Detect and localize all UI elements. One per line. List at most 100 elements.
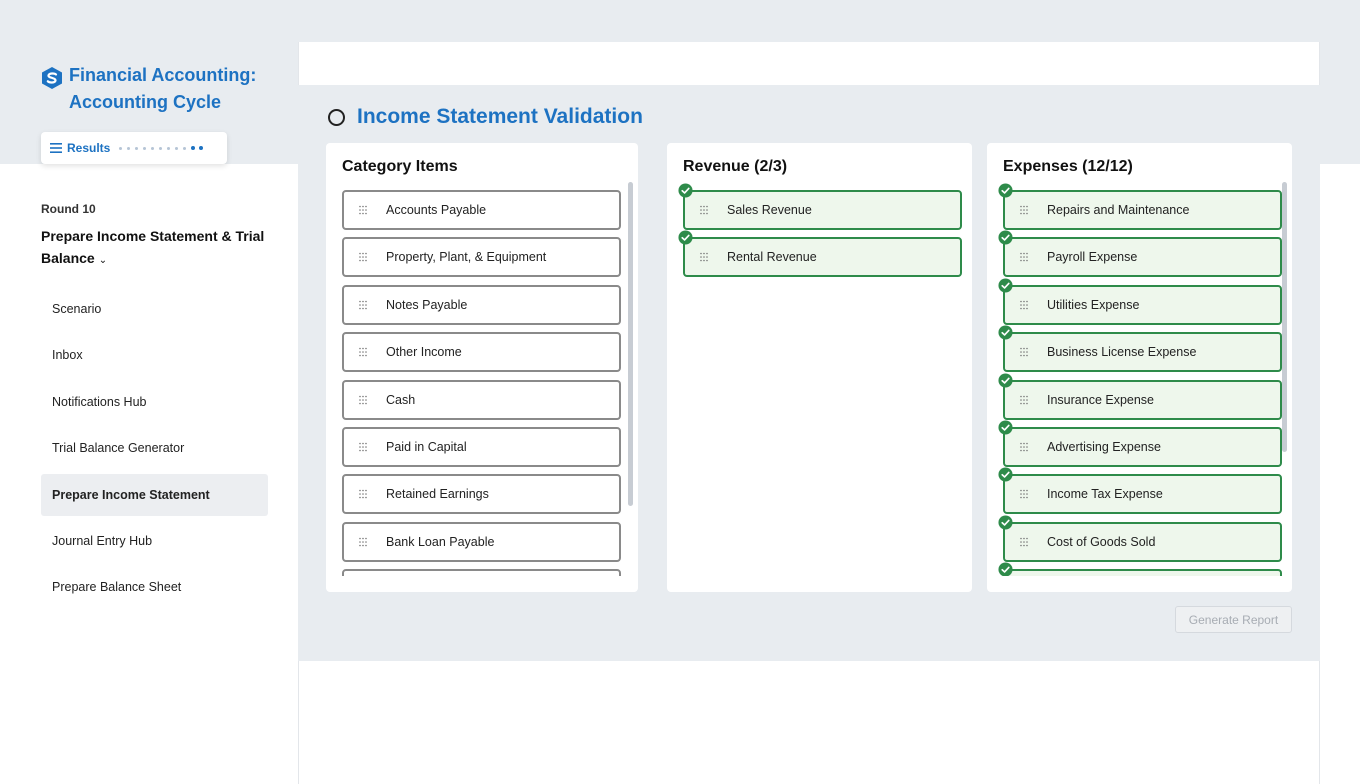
progress-dot-active — [191, 146, 196, 150]
check-icon — [998, 325, 1013, 340]
app-title-line1: Financial Accounting: — [69, 65, 257, 85]
check-icon — [998, 230, 1013, 245]
sidebar-item-label: Scenario — [52, 302, 102, 316]
drag-handle-icon[interactable] — [359, 442, 367, 452]
sidebar-item-label: Inbox — [52, 348, 83, 363]
draggable-item[interactable]: Notes Payable — [342, 284, 621, 325]
sidebar-nav: Scenario Inbox Notifications Hub Trial B… — [41, 288, 268, 613]
draggable-item[interactable]: Other Income — [342, 332, 621, 373]
draggable-item[interactable]: Business License Expense — [998, 325, 1282, 373]
item-label: Bank Loan Payable — [386, 534, 495, 549]
draggable-item[interactable]: Cost of Goods Sold — [998, 515, 1282, 562]
scrollbar[interactable] — [1282, 182, 1287, 452]
draggable-item[interactable]: Payroll Expense — [998, 230, 1282, 278]
drag-handle-icon[interactable] — [359, 489, 367, 499]
round-selector[interactable]: Prepare Income Statement & Trial Balance… — [41, 225, 281, 272]
draggable-item[interactable]: Property, Plant, & Equipment — [342, 237, 621, 278]
column-title: Expenses (12/12) — [1003, 158, 1133, 175]
sidebar-item-scenario[interactable]: Scenario — [41, 288, 268, 330]
drag-handle-icon[interactable] — [359, 537, 367, 547]
draggable-item[interactable]: Utilities Expense — [998, 278, 1282, 325]
sidebar: Financial Accounting: Accounting Cycle R… — [0, 0, 298, 784]
sidebar-item-label: Prepare Income Statement — [52, 487, 210, 502]
draggable-item[interactable]: Income Tax Expense — [998, 467, 1282, 515]
drag-handle-icon[interactable] — [1020, 395, 1028, 405]
app-title-line2: Accounting Cycle — [69, 92, 222, 112]
check-icon — [998, 467, 1013, 482]
drag-handle-icon[interactable] — [1020, 489, 1028, 499]
item-label: Other Income — [386, 345, 462, 360]
drag-handle-icon[interactable] — [359, 252, 367, 262]
check-icon — [998, 183, 1013, 198]
drag-handle-icon[interactable] — [359, 347, 367, 357]
drag-handle-icon[interactable] — [1020, 205, 1028, 215]
chevron-down-icon: ⌄ — [98, 255, 108, 266]
progress-dots — [119, 146, 207, 150]
sidebar-item-label: Trial Balance Generator — [52, 441, 185, 456]
drag-handle-icon[interactable] — [700, 205, 708, 215]
workspace-title: Income Statement Validation — [357, 105, 643, 128]
results-label: Results — [67, 141, 111, 155]
draggable-item[interactable]: Paid in Capital — [342, 426, 621, 467]
drag-handle-icon[interactable] — [359, 300, 367, 310]
progress-dot — [183, 146, 187, 150]
app-title: Financial Accounting: Accounting Cycle — [69, 62, 256, 116]
sidebar-item-label: Prepare Balance Sheet — [52, 580, 182, 595]
draggable-item[interactable]: Advertising Expense — [998, 420, 1282, 467]
draggable-item[interactable]: Rental Revenue — [678, 230, 962, 278]
round-title: Prepare Income Statement & Trial Balance — [41, 228, 265, 266]
column-title: Category Items — [342, 158, 458, 175]
item-label: Insurance Expense — [1047, 392, 1155, 407]
draggable-item[interactable]: Accounts Payable — [342, 190, 621, 230]
drag-handle-icon[interactable] — [700, 252, 708, 262]
sidebar-item-notifications-hub[interactable]: Notifications Hub — [41, 381, 268, 423]
item-label: Payroll Expense — [1047, 250, 1138, 265]
item-label: Repairs and Maintenance — [1047, 203, 1190, 217]
draggable-item[interactable]: Sales Revenue — [678, 183, 962, 230]
progress-dot — [135, 146, 139, 150]
generate-report-button[interactable]: Generate Report — [1175, 606, 1292, 633]
sidebar-item-trial-balance-generator[interactable]: Trial Balance Generator — [41, 427, 268, 469]
progress-dot — [127, 146, 131, 150]
revenue-drop-zone[interactable]: Sales Revenue Rental Revenue — [678, 183, 962, 576]
draggable-item-partial[interactable] — [342, 569, 621, 576]
check-icon — [998, 373, 1013, 388]
progress-dot — [159, 146, 163, 150]
sidebar-item-label: Notifications Hub — [52, 394, 147, 409]
draggable-item[interactable]: Repairs and Maintenance — [998, 183, 1282, 230]
check-icon — [998, 278, 1013, 293]
drag-handle-icon[interactable] — [1020, 300, 1028, 310]
item-label: Sales Revenue — [727, 203, 812, 217]
logo-icon — [42, 67, 62, 89]
results-button[interactable]: Results — [41, 132, 227, 164]
draggable-item[interactable]: Insurance Expense — [998, 373, 1282, 420]
item-label: Business License Expense — [1047, 345, 1197, 360]
sidebar-item-label: Journal Entry Hub — [52, 533, 153, 548]
progress-dot — [167, 146, 171, 150]
sidebar-item-prepare-balance-sheet[interactable]: Prepare Balance Sheet — [41, 566, 268, 608]
sidebar-item-inbox[interactable]: Inbox — [41, 334, 268, 376]
scrollbar[interactable] — [628, 182, 633, 506]
check-icon — [998, 562, 1013, 576]
app-brand[interactable]: Financial Accounting: Accounting Cycle — [40, 62, 256, 116]
item-label: Utilities Expense — [1047, 297, 1140, 312]
drag-handle-icon[interactable] — [1020, 442, 1028, 452]
category-items-column: Category Items Accounts Payable Property,… — [326, 143, 638, 592]
check-icon — [998, 515, 1013, 530]
progress-dot — [151, 146, 155, 150]
drag-handle-icon[interactable] — [1020, 537, 1028, 547]
draggable-item[interactable]: Bank Loan Payable — [342, 521, 621, 562]
drag-handle-icon[interactable] — [359, 205, 367, 215]
expenses-drop-zone[interactable]: Repairs and Maintenance Payroll Expense Ut… — [995, 181, 1282, 576]
category-items-list: Accounts Payable Property, Plant, & Equip… — [342, 190, 621, 576]
sidebar-item-journal-entry-hub[interactable]: Journal Entry Hub — [41, 520, 268, 562]
sidebar-item-prepare-income-statement[interactable]: Prepare Income Statement — [41, 473, 268, 516]
drag-handle-icon[interactable] — [359, 395, 367, 405]
draggable-item[interactable]: Retained Earnings — [342, 474, 621, 515]
draggable-item-partial[interactable] — [998, 562, 1282, 576]
draggable-item[interactable]: Cash — [342, 379, 621, 420]
progress-dot — [143, 146, 147, 150]
check-icon — [678, 230, 693, 245]
drag-handle-icon[interactable] — [1020, 252, 1028, 262]
drag-handle-icon[interactable] — [1020, 347, 1028, 357]
